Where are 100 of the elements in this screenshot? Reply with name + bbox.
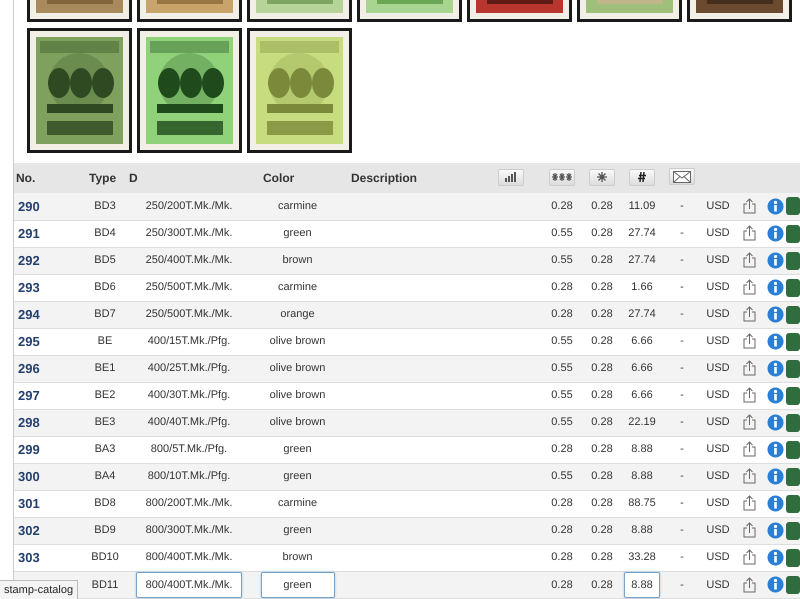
- share-icon[interactable]: [742, 360, 756, 376]
- price-cell: 27.74: [628, 308, 656, 320]
- share-icon[interactable]: [742, 198, 756, 214]
- share-icon[interactable]: [742, 279, 756, 296]
- share-icon[interactable]: [742, 576, 756, 593]
- price-cell: 0.28: [591, 254, 613, 266]
- price-cell: 6.66: [631, 389, 653, 402]
- price-cell: 11.09: [628, 200, 656, 212]
- price-cell: 6.66: [631, 362, 653, 374]
- column-sort-button[interactable]: [498, 168, 524, 186]
- share-icon[interactable]: [742, 387, 756, 404]
- star-icon: [597, 172, 607, 182]
- column-sort-button[interactable]: [589, 168, 615, 186]
- color-cell: olive brown: [270, 389, 326, 402]
- price-cell: 0.55: [551, 470, 573, 482]
- price-cell: 0.28: [591, 308, 613, 320]
- price-cell: 0.28: [591, 281, 613, 294]
- info-icon[interactable]: [766, 495, 784, 512]
- info-icon[interactable]: [766, 414, 784, 431]
- info-icon[interactable]: [766, 576, 784, 594]
- info-icon[interactable]: [766, 360, 784, 377]
- stamp-number: 300: [18, 468, 40, 484]
- currency-cell: USD: [706, 578, 730, 590]
- column-header: Description: [351, 171, 418, 185]
- price-cell: 0.28: [591, 578, 613, 590]
- denomination-cell: 250/500T.Mk./Mk.: [146, 308, 232, 320]
- color-cell: orange: [280, 308, 315, 320]
- price-cell: -: [680, 200, 684, 212]
- info-icon[interactable]: [766, 252, 784, 269]
- share-icon[interactable]: [742, 225, 756, 242]
- currency-cell: USD: [706, 524, 730, 536]
- denomination-cell: 250/400T.Mk./Mk.: [146, 254, 232, 266]
- price-cell: 0.28: [551, 524, 573, 536]
- info-icon[interactable]: [766, 549, 784, 566]
- share-icon[interactable]: [742, 306, 756, 322]
- denomination-cell: 800/400T.Mk./Mk.: [146, 551, 232, 564]
- price-cell: 0.28: [551, 200, 573, 212]
- info-icon[interactable]: [766, 468, 784, 485]
- share-icon[interactable]: [742, 495, 756, 512]
- price-cell: 22.19: [628, 416, 656, 428]
- type-cell: BD3: [94, 200, 116, 212]
- color-cell: green: [283, 443, 312, 456]
- price-cell: -: [680, 308, 684, 320]
- color-cell: carmine: [278, 281, 318, 294]
- color-cell: olive brown: [270, 416, 326, 428]
- bars-icon: [505, 172, 517, 182]
- price-cell: 8.88: [631, 470, 653, 482]
- share-icon[interactable]: [742, 549, 756, 566]
- price-cell: -: [680, 254, 684, 266]
- color-cell: olive brown: [270, 362, 326, 374]
- info-icon[interactable]: [766, 225, 784, 242]
- stamp-number: 298: [18, 414, 40, 430]
- currency-cell: USD: [706, 389, 730, 402]
- stamp-number: 291: [18, 226, 40, 241]
- denomination-cell: 250/300T.Mk./Mk.: [146, 227, 232, 240]
- info-icon[interactable]: [766, 522, 784, 539]
- price-cell: 0.28: [551, 497, 573, 510]
- price-cell: 33.28: [628, 551, 656, 564]
- price-cell: 0.28: [591, 443, 613, 456]
- denomination-cell: 400/40T.Mk./Pfg.: [148, 416, 230, 428]
- stamp-number: 290: [18, 198, 40, 214]
- price-cell: -: [680, 470, 684, 482]
- share-icon[interactable]: [742, 522, 756, 538]
- price-cell: 27.74: [628, 227, 656, 240]
- column-header: No.: [16, 171, 36, 185]
- denomination-cell: 400/25T.Mk./Pfg.: [148, 362, 230, 374]
- info-icon[interactable]: [766, 441, 784, 458]
- stamp-number: 296: [18, 360, 40, 376]
- price-cell: 0.55: [551, 254, 573, 266]
- price-cell: 0.55: [551, 416, 573, 428]
- price-cell: 6.66: [631, 335, 653, 348]
- info-icon[interactable]: [766, 306, 784, 323]
- currency-cell: USD: [706, 497, 730, 510]
- column-header: Color: [263, 171, 294, 185]
- denomination-cell: 400/30T.Mk./Pfg.: [148, 389, 230, 402]
- color-cell: brown: [282, 254, 312, 266]
- currency-cell: USD: [706, 281, 730, 294]
- price-cell: 0.28: [591, 551, 613, 564]
- price-cell: 0.28: [551, 551, 573, 564]
- share-icon[interactable]: [742, 414, 756, 430]
- column-sort-button[interactable]: [549, 168, 575, 186]
- type-cell: BE1: [94, 362, 116, 374]
- color-cell: green: [283, 524, 312, 536]
- share-icon[interactable]: [742, 441, 756, 458]
- share-icon[interactable]: [742, 252, 756, 268]
- price-cell: 0.28: [591, 497, 613, 510]
- type-cell: BD10: [91, 551, 119, 564]
- type-cell: BD9: [94, 524, 116, 536]
- price-cell: 0.55: [551, 362, 573, 374]
- info-icon[interactable]: [766, 387, 784, 404]
- price-cell: -: [680, 524, 684, 536]
- share-icon[interactable]: [742, 333, 756, 350]
- info-icon[interactable]: [766, 198, 784, 215]
- column-sort-button[interactable]: [629, 168, 655, 186]
- price-cell: 0.55: [551, 227, 573, 240]
- share-icon[interactable]: [742, 468, 756, 484]
- info-icon[interactable]: [766, 279, 784, 296]
- info-icon[interactable]: [766, 333, 784, 350]
- currency-cell: USD: [706, 254, 730, 266]
- price-cell: -: [680, 443, 684, 456]
